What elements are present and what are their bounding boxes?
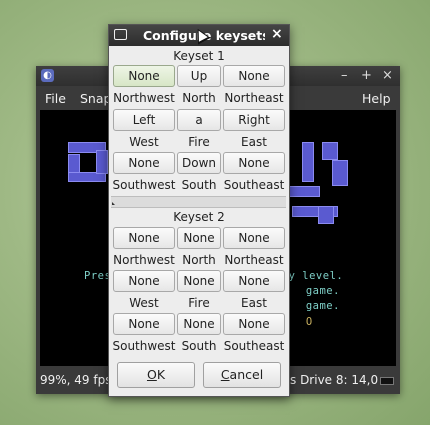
cancel-mnemonic: C <box>220 367 230 382</box>
game-logo-brick <box>96 150 108 174</box>
game-logo-brick <box>332 160 348 186</box>
configure-keysets-dialog: Configure keysets × Keyset 1 None Up Non… <box>108 24 290 397</box>
dialog-close-icon[interactable]: × <box>271 26 283 42</box>
keyset2-fire-label: Fire <box>188 296 210 310</box>
cancel-button[interactable]: Cancel <box>203 362 281 388</box>
keyset2-south-label: South <box>181 339 217 353</box>
keyset2-northeast-button[interactable]: None <box>223 227 285 249</box>
menu-file[interactable]: File <box>45 91 66 106</box>
keyset1-northeast-label: Northeast <box>224 91 284 105</box>
keyset2-east-button[interactable]: None <box>223 270 285 292</box>
keyset2-southeast-label: Southeast <box>223 339 285 353</box>
keyset1-south-label: South <box>181 178 217 192</box>
section-separator <box>111 196 286 208</box>
keyset2-west-label: West <box>129 296 159 310</box>
separator-handle-icon <box>112 202 115 205</box>
keyset1-west-label: West <box>129 135 159 149</box>
maximize-icon[interactable]: + <box>361 68 372 84</box>
keyset1-fire-label: Fire <box>188 135 210 149</box>
keyset2-heading: Keyset 2 <box>173 210 225 224</box>
keyset1-west-button[interactable]: Left <box>113 109 175 131</box>
keyset1-north-button[interactable]: Up <box>177 65 221 87</box>
keyset1-fire-button[interactable]: a <box>177 109 221 131</box>
ok-button[interactable]: OK <box>117 362 195 388</box>
emulator-app-icon: ◐ <box>41 69 54 82</box>
keyset1-southeast-label: Southeast <box>223 178 285 192</box>
dialog-window-icon <box>114 29 127 40</box>
keyset2-north-label: North <box>182 253 216 267</box>
ok-label-rest: K <box>156 367 166 382</box>
close-window-icon[interactable]: × <box>382 68 393 84</box>
keyset1-southwest-label: Southwest <box>112 178 176 192</box>
speed-fps-readout: 99%, 49 fps <box>40 373 112 387</box>
keyset1-east-button[interactable]: Right <box>223 109 285 131</box>
keyset2-northeast-label: Northeast <box>224 253 284 267</box>
menu-snapshot[interactable]: Snap <box>80 91 111 106</box>
drive-status-text: s Drive 8: 14,0 <box>290 373 379 387</box>
keyset1-southwest-button[interactable]: None <box>113 152 175 174</box>
minimize-icon[interactable]: – <box>341 68 348 84</box>
game-logo-brick <box>318 206 334 224</box>
keyset2-southeast-button[interactable]: None <box>223 313 285 335</box>
keyset2-northwest-button[interactable]: None <box>113 227 175 249</box>
keyset2-east-label: East <box>241 296 267 310</box>
keyset2-fire-button[interactable]: None <box>177 270 221 292</box>
keyset2-northwest-label: Northwest <box>113 253 175 267</box>
keyset1-north-label: North <box>182 91 216 105</box>
keyset2-west-button[interactable]: None <box>113 270 175 292</box>
keyset2-southwest-label: Southwest <box>112 339 176 353</box>
menu-help[interactable]: Help <box>362 91 391 106</box>
keyset1-heading: Keyset 1 <box>173 49 225 63</box>
game-logo-brick <box>322 142 338 160</box>
keyset1-east-label: East <box>241 135 267 149</box>
ok-mnemonic: O <box>146 367 157 382</box>
cancel-label-rest: ancel <box>229 367 264 382</box>
keyset1-northwest-button[interactable]: None <box>113 65 175 87</box>
drive-led-icon <box>380 376 395 385</box>
keyset2-north-button[interactable]: None <box>177 227 221 249</box>
drive-status: s Drive 8: 14,0 <box>290 373 395 387</box>
game-logo-brick <box>302 142 314 182</box>
keyset1-south-button[interactable]: Down <box>177 152 221 174</box>
keyset1-northeast-button[interactable]: None <box>223 65 285 87</box>
keyset1-northwest-label: Northwest <box>113 91 175 105</box>
keyset2-south-button[interactable]: None <box>177 313 221 335</box>
keyset1-southeast-button[interactable]: None <box>223 152 285 174</box>
game-logo-brick <box>286 186 320 197</box>
keyset2-southwest-button[interactable]: None <box>113 313 175 335</box>
